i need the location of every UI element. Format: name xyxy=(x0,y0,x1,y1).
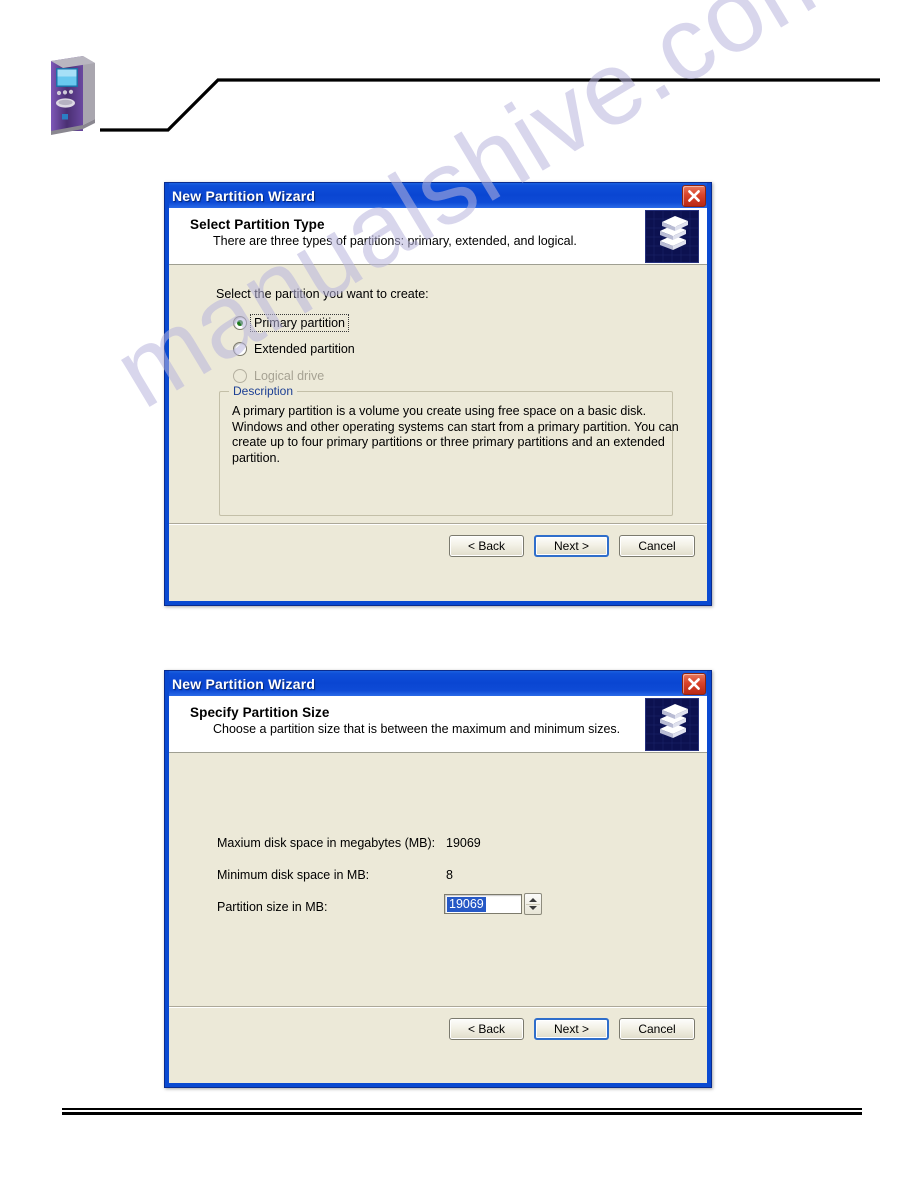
dialog-header-band: Specify Partition Size Choose a partitio… xyxy=(169,696,707,753)
radio-dot-icon[interactable] xyxy=(233,316,247,330)
dialog-body: Select the partition you want to create:… xyxy=(169,265,707,523)
dialog-titlebar[interactable]: New Partition Wizard xyxy=(165,183,711,208)
stepper-down-icon[interactable] xyxy=(529,906,537,910)
radio-label-primary-partition: Primary partition xyxy=(250,314,349,332)
cancel-button[interactable]: Cancel xyxy=(619,1018,695,1040)
description-legend: Description xyxy=(229,384,298,398)
page-footer-rule xyxy=(62,1108,862,1117)
radio-label-logical-drive: Logical drive xyxy=(254,369,325,383)
description-line: A primary partition is a volume you crea… xyxy=(232,404,647,418)
radio-dot-icon xyxy=(233,369,247,383)
value-min-disk-space: 8 xyxy=(446,868,453,882)
description-line: create up to four primary partitions or … xyxy=(232,435,665,449)
stacked-disks-icon xyxy=(645,210,699,263)
partition-size-input[interactable]: 19069 xyxy=(444,894,522,914)
close-x-glyph xyxy=(688,677,700,690)
partition-size-stepper[interactable] xyxy=(524,893,542,915)
page-title: Select Partition Type xyxy=(190,217,325,232)
description-line: partition. xyxy=(232,450,280,465)
value-max-disk-space: 19069 xyxy=(446,836,481,850)
close-icon[interactable] xyxy=(682,672,706,695)
dialog-footer: < Back Next > Cancel xyxy=(169,523,707,570)
footer-line-top xyxy=(62,1108,862,1110)
dialog-title: New Partition Wizard xyxy=(172,675,316,692)
stacked-disks-icon xyxy=(645,698,699,751)
label-partition-size: Partition size in MB: xyxy=(217,900,328,914)
page-subtitle: Choose a partition size that is between … xyxy=(213,722,621,736)
stacked-disks-glyph xyxy=(646,211,698,262)
description-groupbox: Description A primary partition is a vol… xyxy=(219,384,679,516)
header-rule-graphic xyxy=(100,78,880,132)
dialog-titlebar[interactable]: New Partition Wizard xyxy=(165,671,711,696)
description-text: A primary partition is a volume you crea… xyxy=(232,404,679,466)
close-x-glyph xyxy=(688,189,700,202)
close-icon[interactable] xyxy=(682,184,706,207)
footer-line-bottom xyxy=(62,1112,862,1115)
description-line: Windows and other operating systems can … xyxy=(232,419,679,434)
dialog-footer: < Back Next > Cancel xyxy=(169,1006,707,1053)
radio-extended-partition[interactable]: Extended partition xyxy=(233,341,355,357)
dialog-body: Maxium disk space in megabytes (MB): 190… xyxy=(169,753,707,1006)
cancel-button[interactable]: Cancel xyxy=(619,535,695,557)
next-button[interactable]: Next > xyxy=(534,1018,609,1040)
radio-primary-partition[interactable]: Primary partition xyxy=(233,314,349,332)
label-min-disk-space: Minimum disk space in MB: xyxy=(217,868,370,882)
radio-dot-icon[interactable] xyxy=(233,342,247,356)
radio-label-extended-partition: Extended partition xyxy=(254,342,355,356)
page-title: Specify Partition Size xyxy=(190,705,330,720)
dialog-button-row: < Back Next > Cancel xyxy=(449,535,695,557)
stacked-disks-glyph xyxy=(646,699,698,750)
computer-tower-icon xyxy=(51,56,95,135)
page-subtitle: There are three types of partitions: pri… xyxy=(213,234,577,248)
next-button[interactable]: Next > xyxy=(534,535,609,557)
back-button[interactable]: < Back xyxy=(449,1018,524,1040)
partition-size-value: 19069 xyxy=(447,896,486,912)
stepper-up-icon[interactable] xyxy=(529,898,537,902)
dialog-title: New Partition Wizard xyxy=(172,187,316,204)
stepper-divider xyxy=(526,904,540,905)
label-max-disk-space: Maxium disk space in megabytes (MB): xyxy=(217,836,436,850)
back-button[interactable]: < Back xyxy=(449,535,524,557)
radio-logical-drive: Logical drive xyxy=(233,368,324,384)
radio-group-prompt: Select the partition you want to create: xyxy=(216,287,429,301)
dialog-select-partition-type: New Partition Wizard Select Partition Ty… xyxy=(164,182,712,606)
dialog-header-band: Select Partition Type There are three ty… xyxy=(169,208,707,265)
dialog-button-row: < Back Next > Cancel xyxy=(449,1018,695,1040)
page-header-decoration xyxy=(0,0,918,160)
dialog-specify-partition-size: New Partition Wizard Specify Partition S… xyxy=(164,670,712,1088)
